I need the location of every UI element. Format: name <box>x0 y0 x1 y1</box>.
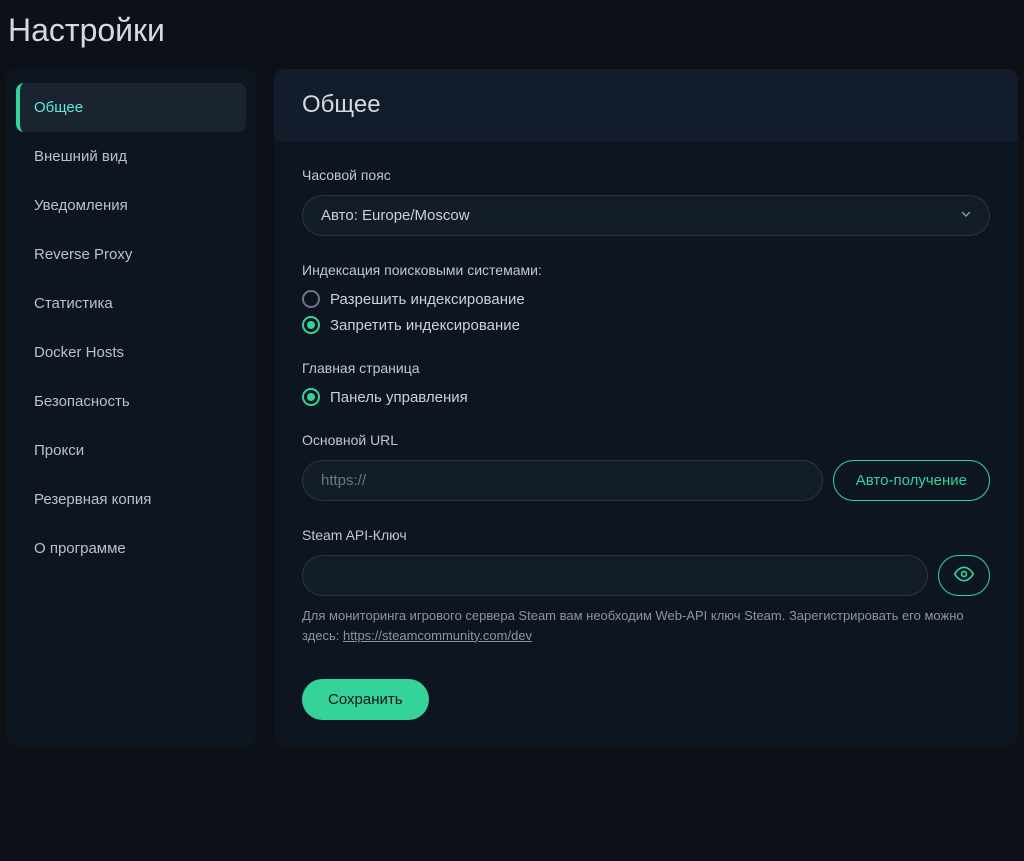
sidebar: Общее Внешний вид Уведомления Reverse Pr… <box>6 69 256 746</box>
content-header: Общее <box>274 69 1018 141</box>
radio-icon <box>302 290 320 308</box>
primary-url-label: Основной URL <box>302 432 990 448</box>
indexing-group: Индексация поисковыми системами: Разреши… <box>302 262 990 334</box>
radio-icon <box>302 388 320 406</box>
steam-api-help: Для мониторинга игрового сервера Steam в… <box>302 606 990 645</box>
sidebar-item-appearance[interactable]: Внешний вид <box>16 132 246 181</box>
sidebar-item-docker-hosts[interactable]: Docker Hosts <box>16 328 246 377</box>
sidebar-item-label: Безопасность <box>34 393 130 410</box>
indexing-label: Индексация поисковыми системами: <box>302 262 990 278</box>
steam-api-group: Steam API-Ключ Для мониторинга игрового … <box>302 527 990 645</box>
sidebar-item-label: Reverse Proxy <box>34 246 132 263</box>
radio-label: Разрешить индексирование <box>330 291 525 308</box>
entry-page-label: Главная страница <box>302 360 990 376</box>
layout: Общее Внешний вид Уведомления Reverse Pr… <box>0 69 1024 746</box>
sidebar-item-statistics[interactable]: Статистика <box>16 279 246 328</box>
sidebar-item-backup[interactable]: Резервная копия <box>16 475 246 524</box>
sidebar-item-label: Резервная копия <box>34 491 151 508</box>
primary-url-input[interactable] <box>302 460 823 501</box>
indexing-option-allow[interactable]: Разрешить индексирование <box>302 290 990 308</box>
toggle-visibility-button[interactable] <box>938 555 990 596</box>
indexing-option-deny[interactable]: Запретить индексирование <box>302 316 990 334</box>
eye-icon <box>954 564 974 587</box>
entry-page-group: Главная страница Панель управления <box>302 360 990 406</box>
sidebar-item-about[interactable]: О программе <box>16 524 246 573</box>
sidebar-item-general[interactable]: Общее <box>16 83 246 132</box>
timezone-group: Часовой пояс Авто: Europe/Moscow <box>302 167 990 236</box>
content-title: Общее <box>302 91 990 119</box>
steam-api-link[interactable]: https://steamcommunity.com/dev <box>343 628 532 643</box>
save-button[interactable]: Сохранить <box>302 679 429 720</box>
timezone-select[interactable]: Авто: Europe/Moscow <box>302 195 990 236</box>
steam-api-input[interactable] <box>302 555 928 596</box>
sidebar-item-label: Прокси <box>34 442 84 459</box>
timezone-label: Часовой пояс <box>302 167 990 183</box>
sidebar-item-label: О программе <box>34 540 126 557</box>
page-title: Настройки <box>0 0 1024 69</box>
sidebar-item-label: Уведомления <box>34 197 128 214</box>
content-body: Часовой пояс Авто: Europe/Moscow Индекса… <box>274 141 1018 746</box>
steam-api-label: Steam API-Ключ <box>302 527 990 543</box>
entry-page-option-dashboard[interactable]: Панель управления <box>302 388 990 406</box>
primary-url-row: Авто-получение <box>302 460 990 501</box>
sidebar-item-label: Статистика <box>34 295 113 312</box>
steam-api-row <box>302 555 990 596</box>
radio-label: Панель управления <box>330 389 468 406</box>
sidebar-item-security[interactable]: Безопасность <box>16 377 246 426</box>
timezone-select-wrap: Авто: Europe/Moscow <box>302 195 990 236</box>
content-panel: Общее Часовой пояс Авто: Europe/Moscow И… <box>274 69 1018 746</box>
radio-label: Запретить индексирование <box>330 317 520 334</box>
sidebar-item-proxy[interactable]: Прокси <box>16 426 246 475</box>
sidebar-item-notifications[interactable]: Уведомления <box>16 181 246 230</box>
primary-url-group: Основной URL Авто-получение <box>302 432 990 501</box>
sidebar-item-reverse-proxy[interactable]: Reverse Proxy <box>16 230 246 279</box>
auto-get-button[interactable]: Авто-получение <box>833 460 990 501</box>
sidebar-item-label: Общее <box>34 99 83 116</box>
sidebar-item-label: Внешний вид <box>34 148 127 165</box>
radio-icon <box>302 316 320 334</box>
sidebar-item-label: Docker Hosts <box>34 344 124 361</box>
